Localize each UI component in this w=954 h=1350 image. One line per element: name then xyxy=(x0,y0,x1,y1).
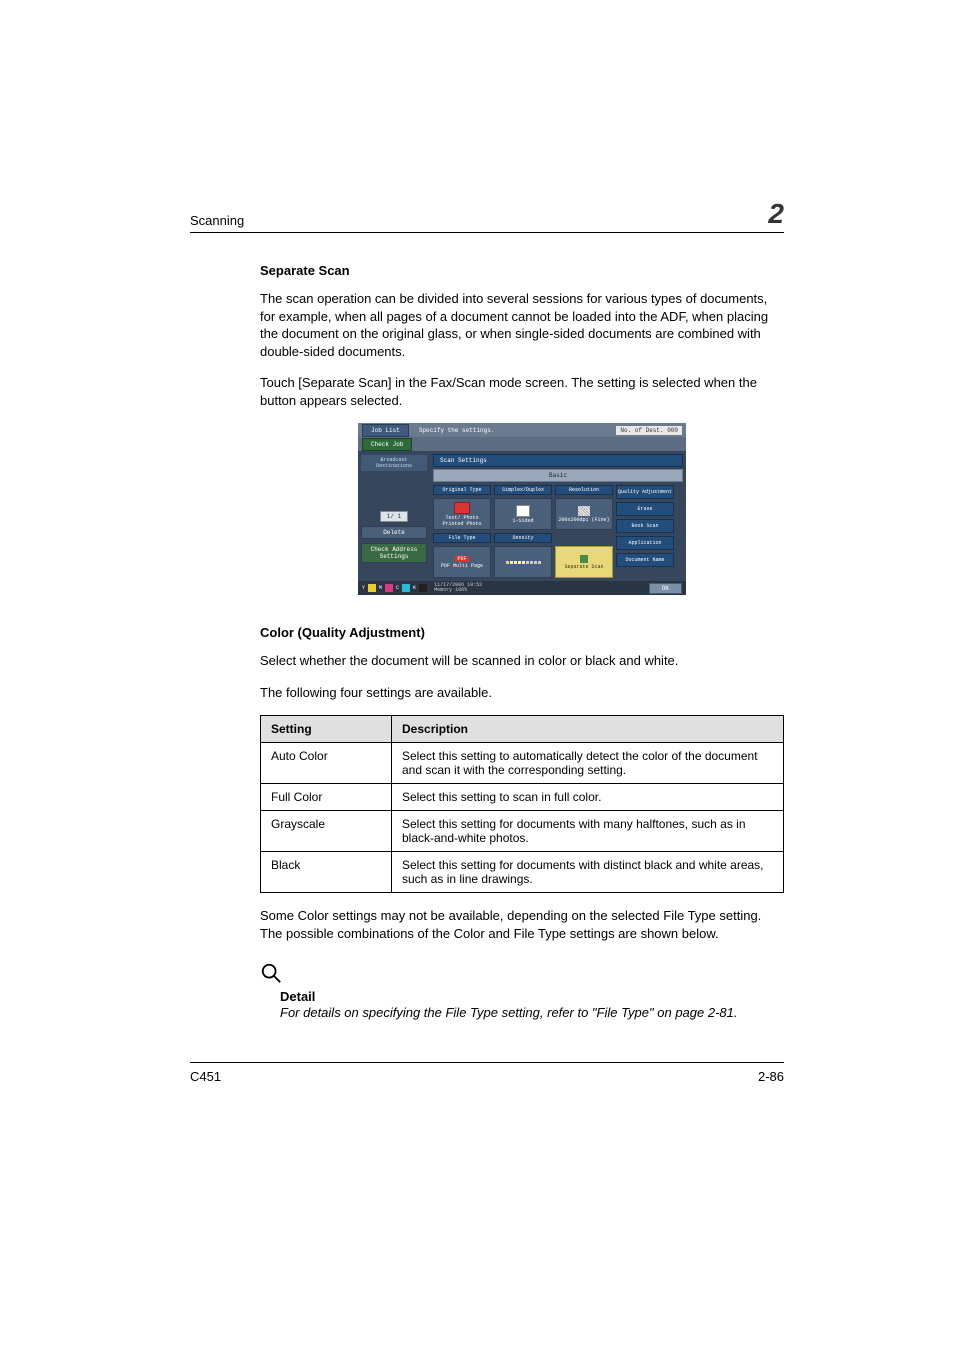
resolution-button[interactable]: 200x200dpi (Fine) xyxy=(555,498,613,530)
color-p1: Select whether the document will be scan… xyxy=(260,652,784,670)
toner-k-icon xyxy=(418,583,428,593)
filetype-value: PDF Multi Page xyxy=(441,563,483,569)
table-row: Full Color Select this setting to scan i… xyxy=(261,784,784,811)
separate-scan-p1: The scan operation can be divided into s… xyxy=(260,290,784,360)
application-button[interactable]: Application xyxy=(616,536,674,550)
setting-desc: Select this setting to automatically det… xyxy=(392,743,784,784)
color-after: Some Color settings may not be available… xyxy=(260,907,784,942)
scan-settings-tab[interactable]: Scan Settings xyxy=(433,454,683,467)
simplex-head: Simplex/Duplex xyxy=(494,485,552,495)
original-type-value: Text/ Photo Printed Photo xyxy=(434,515,490,527)
original-type-head: Original Type xyxy=(433,485,491,495)
col-description: Description xyxy=(392,716,784,743)
setting-desc: Select this setting to scan in full colo… xyxy=(392,784,784,811)
book-scan-button[interactable]: Book Scan xyxy=(616,519,674,533)
filetype-head: File Type xyxy=(433,533,491,543)
page-number: 2-86 xyxy=(758,1069,784,1084)
detail-heading: Detail xyxy=(280,989,784,1004)
filetype-button[interactable]: PDF PDF Multi Page xyxy=(433,546,491,578)
separate-scan-heading: Separate Scan xyxy=(260,263,784,278)
model-number: C451 xyxy=(190,1069,221,1084)
table-row: Auto Color Select this setting to automa… xyxy=(261,743,784,784)
setting-name: Full Color xyxy=(261,784,392,811)
grid-icon xyxy=(578,506,590,516)
detail-body: For details on specifying the File Type … xyxy=(280,1004,784,1022)
density-button[interactable] xyxy=(494,546,552,578)
page-icon xyxy=(516,505,530,517)
table-row: Black Select this setting for documents … xyxy=(261,852,784,893)
ok-button[interactable]: OK xyxy=(649,583,682,594)
setting-name: Black xyxy=(261,852,392,893)
resolution-head: Resolution xyxy=(555,485,613,495)
joblist-tab[interactable]: Job List xyxy=(362,424,409,437)
check-address-button[interactable]: Check Address Settings xyxy=(361,543,427,563)
pdf-icon: PDF xyxy=(455,556,468,562)
broadcast-label: Broadcast Destinations xyxy=(361,455,427,471)
col-setting: Setting xyxy=(261,716,392,743)
document-name-button[interactable]: Document Name xyxy=(616,553,674,567)
section-name: Scanning xyxy=(190,213,244,228)
separate-scan-p2: Touch [Separate Scan] in the Fax/Scan mo… xyxy=(260,374,784,409)
toner-m-icon xyxy=(384,583,394,593)
setting-name: Grayscale xyxy=(261,811,392,852)
device-screenshot: Job List Specify the settings. No. of De… xyxy=(358,423,686,595)
stack-icon xyxy=(580,555,588,563)
color-settings-table: Setting Description Auto Color Select th… xyxy=(260,715,784,893)
page-footer: C451 2-86 xyxy=(190,1062,784,1084)
setting-name: Auto Color xyxy=(261,743,392,784)
density-head: Density xyxy=(494,533,552,543)
magnifier-icon xyxy=(260,962,282,984)
page-header: Scanning 2 xyxy=(190,200,784,233)
original-type-button[interactable]: Text/ Photo Printed Photo xyxy=(433,498,491,530)
separate-scan-button[interactable]: Separate Scan xyxy=(555,546,613,578)
simplex-value: 1-Sided xyxy=(512,518,533,524)
separate-scan-label: Separate Scan xyxy=(564,564,603,570)
dest-count: No. of Dest. 000 xyxy=(616,426,682,435)
pager[interactable]: 1/ 1 xyxy=(380,511,408,522)
specify-text: Specify the settings. xyxy=(413,427,613,434)
simplex-button[interactable]: 1-Sided xyxy=(494,498,552,530)
erase-button[interactable]: Erase xyxy=(616,502,674,516)
chapter-number: 2 xyxy=(768,200,784,228)
toner-c-icon xyxy=(401,583,411,593)
basic-bar: Basic xyxy=(433,469,683,482)
density-indicator xyxy=(506,561,541,564)
check-job-button[interactable]: Check Job xyxy=(362,438,412,451)
photo-icon xyxy=(454,502,470,514)
setting-desc: Select this setting for documents with d… xyxy=(392,852,784,893)
memory: Memory 100% xyxy=(434,587,467,593)
quality-adjustment-button[interactable]: Quality Adjustment xyxy=(616,485,674,499)
resolution-value: 200x200dpi (Fine) xyxy=(558,517,609,523)
toner-y-icon xyxy=(367,583,377,593)
color-p2: The following four settings are availabl… xyxy=(260,684,784,702)
setting-desc: Select this setting for documents with m… xyxy=(392,811,784,852)
table-row: Grayscale Select this setting for docume… xyxy=(261,811,784,852)
delete-button[interactable]: Delete xyxy=(361,526,427,539)
color-heading: Color (Quality Adjustment) xyxy=(260,625,784,640)
